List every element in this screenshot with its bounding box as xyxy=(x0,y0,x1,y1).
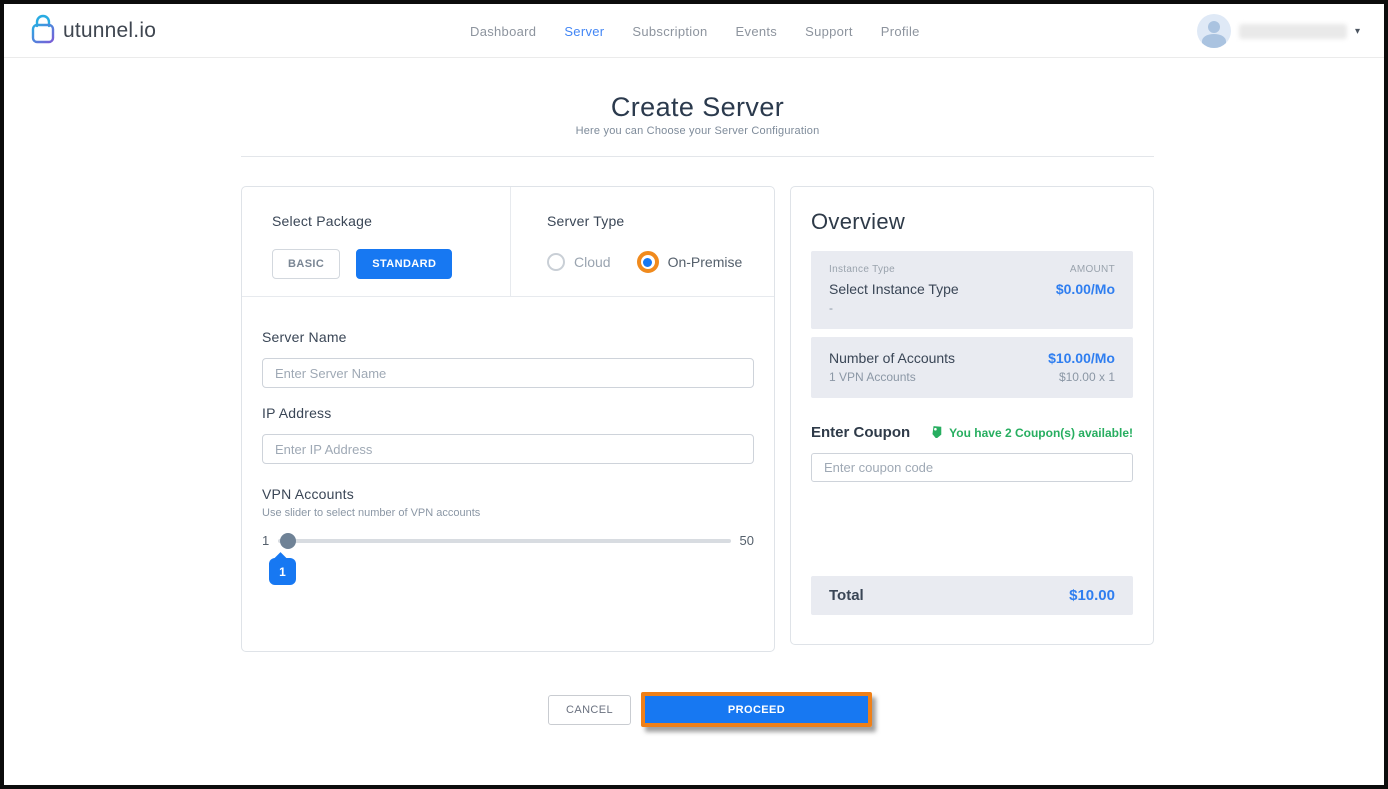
server-config-card: Select Package BASIC STANDARD Server Typ… xyxy=(241,186,775,652)
server-type-section: Server Type Cloud On-Premise xyxy=(511,187,774,296)
page-title: Create Server xyxy=(241,92,1154,123)
slider-min-label: 1 xyxy=(262,533,269,548)
brand-name: utunnel.io xyxy=(63,19,156,43)
coupon-tag-icon xyxy=(930,424,944,441)
slider-max-label: 50 xyxy=(740,533,754,548)
server-type-onpremise-option[interactable]: On-Premise xyxy=(637,251,743,273)
radio-unselected-icon xyxy=(547,253,565,271)
server-type-label: Server Type xyxy=(547,213,774,229)
radio-selected-icon xyxy=(637,251,659,273)
select-package-label: Select Package xyxy=(272,213,510,229)
instance-type-header: Instance Type xyxy=(829,264,895,275)
user-menu[interactable]: ▾ xyxy=(1197,4,1360,58)
avatar xyxy=(1197,14,1231,48)
coupons-available-note: You have 2 Coupon(s) available! xyxy=(930,424,1133,441)
nav-events[interactable]: Events xyxy=(736,24,778,39)
server-name-label: Server Name xyxy=(262,329,754,345)
instance-type-block: Instance Type AMOUNT Select Instance Typ… xyxy=(811,251,1133,329)
cancel-button[interactable]: CANCEL xyxy=(548,695,631,725)
proceed-click-highlight: PROCEED xyxy=(641,692,872,727)
app-window: utunnel.io Dashboard Server Subscription… xyxy=(0,0,1388,789)
amount-header: AMOUNT xyxy=(1070,264,1115,275)
vpn-accounts-label: VPN Accounts xyxy=(262,486,754,502)
select-package-section: Select Package BASIC STANDARD xyxy=(242,187,511,296)
proceed-button[interactable]: PROCEED xyxy=(645,696,868,723)
nav-profile[interactable]: Profile xyxy=(881,24,920,39)
total-amount: $10.00 xyxy=(1069,587,1115,604)
slider-thumb[interactable] xyxy=(280,533,296,549)
instance-type-amount: $0.00/Mo xyxy=(1056,281,1115,297)
total-label: Total xyxy=(829,587,864,604)
nav-server[interactable]: Server xyxy=(564,24,604,39)
form-actions: CANCEL PROCEED xyxy=(548,692,872,727)
padlock-logo-icon xyxy=(30,14,56,49)
instance-type-name: Select Instance Type xyxy=(829,281,959,297)
nav-dashboard[interactable]: Dashboard xyxy=(470,24,536,39)
ip-address-label: IP Address xyxy=(262,405,754,421)
vpn-accounts-slider[interactable] xyxy=(278,539,730,543)
enter-coupon-label: Enter Coupon xyxy=(811,424,910,441)
nav-subscription[interactable]: Subscription xyxy=(632,24,707,39)
accounts-amount: $10.00/Mo xyxy=(1048,350,1115,366)
total-block: Total $10.00 xyxy=(811,576,1133,615)
server-name-input[interactable] xyxy=(262,358,754,388)
ip-address-input[interactable] xyxy=(262,434,754,464)
accounts-sub-amount: $10.00 x 1 xyxy=(1059,370,1115,384)
page-subtitle: Here you can Choose your Server Configur… xyxy=(241,125,1154,137)
package-standard-button[interactable]: STANDARD xyxy=(356,249,452,279)
server-type-cloud-option[interactable]: Cloud xyxy=(547,253,611,271)
chevron-down-icon: ▾ xyxy=(1355,26,1360,37)
nav-support[interactable]: Support xyxy=(805,24,853,39)
overview-title: Overview xyxy=(811,209,1133,235)
main-nav: Dashboard Server Subscription Events Sup… xyxy=(470,4,920,58)
brand-logo[interactable]: utunnel.io xyxy=(30,4,156,58)
top-navbar: utunnel.io Dashboard Server Subscription… xyxy=(4,4,1384,58)
slider-value-tooltip: 1 xyxy=(269,558,296,585)
title-divider xyxy=(241,156,1154,157)
overview-card: Overview Instance Type AMOUNT Select Ins… xyxy=(790,186,1154,645)
coupon-code-input[interactable] xyxy=(811,453,1133,482)
accounts-block: Number of Accounts $10.00/Mo 1 VPN Accou… xyxy=(811,337,1133,398)
accounts-name: Number of Accounts xyxy=(829,350,955,366)
package-basic-button[interactable]: BASIC xyxy=(272,249,340,279)
accounts-sub: 1 VPN Accounts xyxy=(829,370,916,384)
user-name-redacted xyxy=(1239,24,1347,39)
vpn-accounts-hint: Use slider to select number of VPN accou… xyxy=(262,507,754,519)
instance-type-sub: - xyxy=(829,301,833,315)
